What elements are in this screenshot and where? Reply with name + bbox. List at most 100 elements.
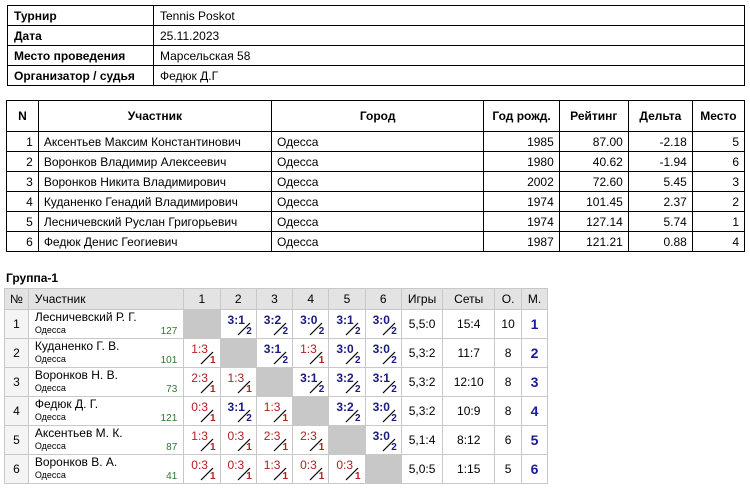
match-result-cell[interactable]: 2:3 1 (292, 425, 330, 455)
group-column-header: М. (521, 288, 548, 310)
games-stat: 5,3:2 (400, 396, 444, 426)
table-cell: 127.14 (558, 211, 629, 232)
table-cell: 6 (691, 151, 746, 172)
table-row: 3 Воронков Никита Владимирович Одесса 2002 7… (6, 171, 746, 192)
participant-rating: 87 (166, 441, 178, 453)
group-column-header: Сеты (442, 288, 496, 310)
match-result-cell[interactable]: 3:1 2 (328, 309, 366, 339)
participant-name: Лесничевский Р. Г. (34, 309, 137, 324)
participant-rating: 41 (166, 470, 178, 482)
match-result-cell[interactable]: 3:2 2 (328, 367, 366, 397)
match-result-cell[interactable]: 3:1 2 (219, 309, 257, 339)
match-points: 2 (355, 384, 361, 395)
points-stat: 5 (494, 454, 523, 484)
table-row: 2 Воронков Владимир Алексеевич Одесса 1980 4… (6, 151, 746, 172)
table-cell: 2 (6, 151, 39, 172)
group-column-header: 5 (328, 288, 366, 310)
match-result-cell[interactable]: 0:3 1 (328, 454, 366, 484)
match-result-cell[interactable]: 3:0 2 (364, 309, 402, 339)
table-cell: Одесса (271, 151, 485, 172)
match-result-cell[interactable]: 3:1 2 (219, 396, 257, 426)
participant-name: Федюк Д. Г. (34, 396, 99, 411)
match-result-cell[interactable]: 1:3 1 (255, 396, 294, 426)
match-result-cell[interactable]: 3:1 2 (255, 338, 294, 368)
group-column-header: О. (494, 288, 523, 310)
place-stat: 4 (521, 396, 548, 426)
table-cell: Воронков Владимир Алексеевич (37, 151, 273, 172)
row-number: 6 (4, 454, 29, 484)
table-cell: 101.45 (558, 191, 629, 212)
table-cell: 72.60 (558, 171, 629, 192)
match-result-cell[interactable]: 2:3 1 (255, 425, 294, 455)
points-stat: 8 (494, 367, 523, 397)
match-result-cell[interactable]: 3:1 2 (292, 367, 330, 397)
match-result-cell[interactable]: 3:0 2 (364, 396, 402, 426)
participant-cell: Воронков Н. В. 73 Одесса (27, 367, 185, 397)
table-row: 5 Лесничевский Руслан Григорьевич Одесса 19… (6, 211, 746, 232)
group-column-header: 4 (292, 288, 330, 310)
match-result-cell[interactable]: 1:3 1 (219, 367, 257, 397)
table-cell: 3 (691, 171, 746, 192)
match-result-cell[interactable]: 1:3 1 (183, 425, 221, 455)
match-result-cell[interactable]: 3:0 2 (292, 309, 330, 339)
participant-name: Аксентьев М. К. (34, 425, 123, 440)
table-cell: 1 (6, 131, 39, 152)
table-cell: -2.18 (627, 131, 693, 152)
table-cell: 121.21 (558, 231, 629, 252)
group-column-header: Игры (400, 288, 444, 310)
sets-stat: 12:10 (442, 367, 496, 397)
table-cell: 0.88 (627, 231, 693, 252)
match-points: 1 (246, 471, 252, 482)
column-header: Участник (37, 100, 273, 132)
match-result-cell[interactable]: 2:3 1 (183, 367, 221, 397)
match-points: 2 (282, 355, 289, 366)
match-result-cell[interactable]: 1:3 1 (255, 454, 294, 484)
match-result-cell[interactable]: 3:0 2 (328, 338, 366, 368)
place-stat: 3 (521, 367, 548, 397)
row-number: 2 (4, 338, 29, 368)
sets-stat: 10:9 (442, 396, 496, 426)
participant-cell: Федюк Д. Г. 121 Одесса (27, 396, 185, 426)
match-result-cell[interactable]: 0:3 1 (219, 425, 257, 455)
participant-cell: Лесничевский Р. Г. 127 Одесса (27, 309, 185, 339)
points-stat: 10 (494, 309, 523, 339)
match-result-cell[interactable]: 0:3 1 (219, 454, 257, 484)
match-points: 2 (246, 413, 252, 424)
participant-name: Куданенко Г. В. (34, 338, 120, 353)
match-result-cell[interactable]: 3:2 2 (328, 396, 366, 426)
participant-city: Одесса (34, 353, 66, 364)
match-points: 2 (246, 326, 252, 337)
row-number: 1 (4, 309, 29, 339)
table-cell: 1974 (483, 191, 560, 212)
self-match-cell (328, 425, 366, 455)
table-cell: 1985 (483, 131, 560, 152)
info-label: Организатор / судья (7, 65, 154, 86)
match-result-cell[interactable]: 1:3 1 (292, 338, 330, 368)
match-result-cell[interactable]: 3:0 2 (364, 425, 402, 455)
match-points: 1 (318, 355, 325, 366)
match-result-cell[interactable]: 1:3 1 (183, 338, 221, 368)
match-result-cell[interactable]: 0:3 1 (292, 454, 330, 484)
match-points: 1 (209, 413, 216, 424)
match-points: 1 (282, 413, 289, 424)
table-cell: 5 (691, 131, 746, 152)
match-points: 2 (391, 355, 397, 366)
table-cell: 5.74 (627, 211, 693, 232)
group-column-header: № (4, 288, 29, 310)
group-column-header: Участник (27, 288, 185, 310)
match-result-cell[interactable]: 3:2 2 (255, 309, 294, 339)
match-result-cell[interactable]: 0:3 1 (183, 454, 221, 484)
match-result-cell[interactable]: 0:3 1 (183, 396, 221, 426)
match-points: 2 (318, 326, 325, 337)
games-stat: 5,0:5 (400, 454, 444, 484)
match-result-cell[interactable]: 3:0 2 (364, 338, 402, 368)
table-row: 1 Аксентьев Максим Константинович Одесса 19… (6, 131, 746, 152)
match-result-cell[interactable]: 3:1 2 (364, 367, 402, 397)
info-label: Дата (7, 25, 154, 46)
info-value: 25.11.2023 (153, 25, 745, 46)
participant-meta: 121 Одесса (35, 410, 183, 424)
participant-name: Воронков В. А. (34, 454, 118, 469)
participant-rating: 121 (160, 412, 178, 424)
table-cell: 1980 (483, 151, 560, 172)
table-cell: 5 (6, 211, 39, 232)
